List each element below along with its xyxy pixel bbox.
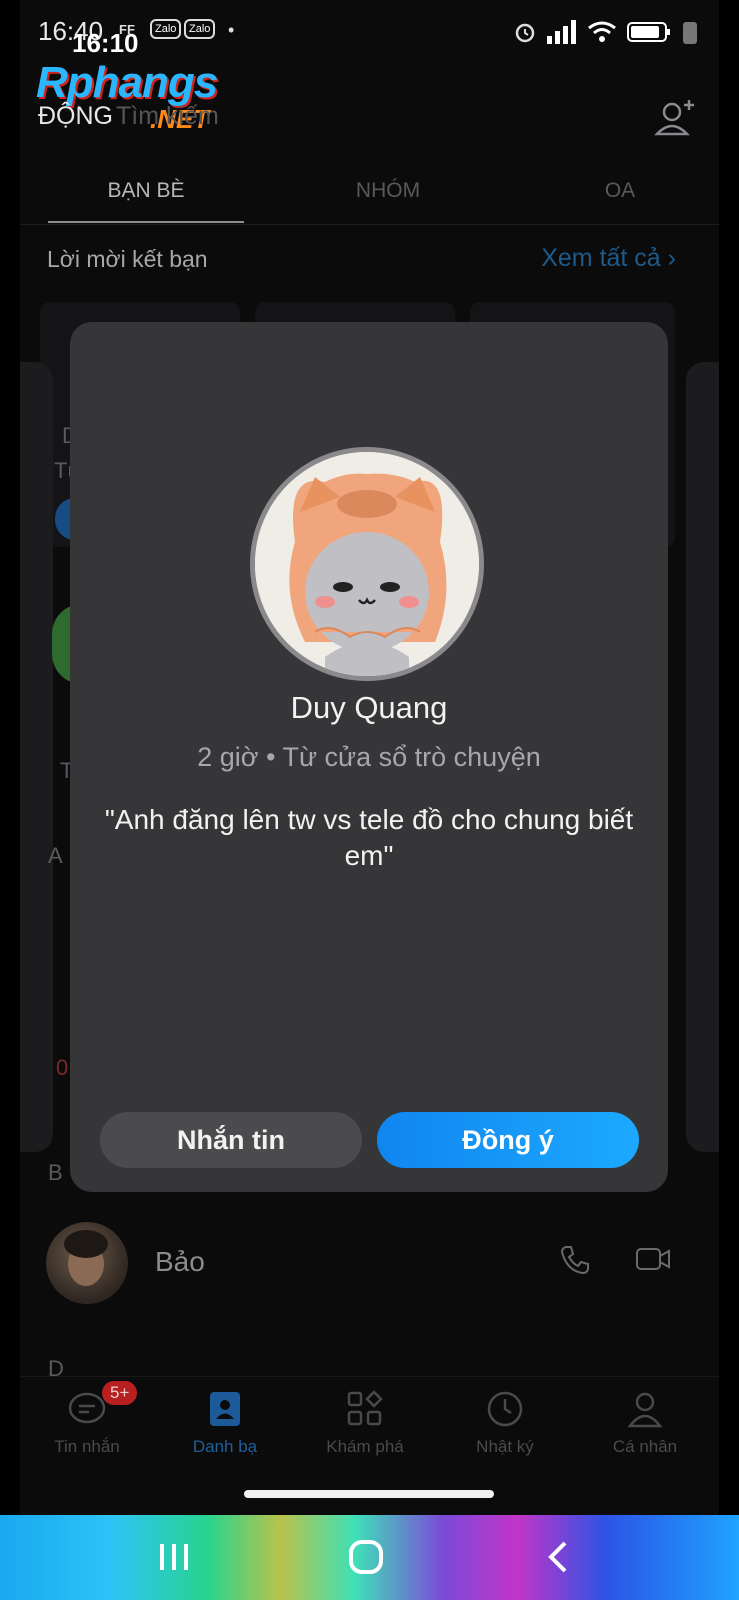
ghost-text: 0 bbox=[56, 1055, 69, 1080]
dot-icon: • bbox=[228, 20, 235, 40]
system-nav-bar bbox=[0, 1515, 739, 1600]
contacts-icon bbox=[210, 1392, 240, 1426]
friend-requests-title: Lời mời kết bạn bbox=[47, 246, 208, 272]
wifi-icon bbox=[588, 21, 616, 42]
nav-messages-label: Tin nhắn bbox=[54, 1437, 120, 1456]
phone-icon[interactable] bbox=[559, 1244, 591, 1276]
zalo-notification-icon: Zalo bbox=[150, 19, 182, 39]
battery-icon bbox=[627, 22, 670, 42]
nav-contacts[interactable]: Danh bạ bbox=[160, 1387, 290, 1457]
tab-active-indicator bbox=[48, 221, 244, 223]
watermark-subtext: ĐỘNG bbox=[38, 102, 113, 130]
tab-groups[interactable]: NHÓM bbox=[288, 179, 488, 203]
battery-ghost-icon bbox=[683, 22, 697, 44]
status-icons bbox=[513, 18, 699, 46]
person-icon bbox=[627, 1392, 663, 1428]
friend-request-dialog: Duy Quang 2 giờ • Từ cửa sổ trò chuyện "… bbox=[70, 322, 668, 1192]
recent-apps-icon bbox=[160, 1544, 188, 1570]
tab-bar: BẠN BÈ NHÓM OA bbox=[20, 165, 719, 225]
message-button[interactable]: Nhắn tin bbox=[100, 1112, 362, 1168]
chat-icon bbox=[68, 1392, 106, 1424]
tab-friends[interactable]: BẠN BÈ bbox=[48, 179, 244, 203]
clock-icon bbox=[487, 1391, 523, 1427]
nav-discover-label: Khám phá bbox=[326, 1437, 404, 1456]
alarm-icon bbox=[515, 23, 535, 43]
tab-oa[interactable]: OA bbox=[520, 179, 720, 203]
request-message: "Anh đăng lên tw vs tele đồ cho chung bi… bbox=[104, 804, 634, 871]
back-icon bbox=[548, 1541, 567, 1573]
nav-discover[interactable]: Khám phá bbox=[300, 1387, 430, 1457]
back-button[interactable] bbox=[528, 1535, 588, 1579]
search-input[interactable]: Tìm kiếm bbox=[116, 102, 219, 131]
video-call-icon[interactable] bbox=[635, 1244, 671, 1274]
nav-timeline-label: Nhật ký bbox=[476, 1437, 534, 1456]
add-friend-icon[interactable] bbox=[654, 98, 698, 140]
avatar bbox=[250, 447, 484, 681]
contact-row[interactable]: Bảo bbox=[20, 1218, 719, 1318]
home-button[interactable] bbox=[336, 1535, 396, 1579]
section-header-b: B bbox=[48, 1160, 63, 1185]
unread-badge: 5+ bbox=[102, 1381, 138, 1405]
see-all-label: Xem tất cả bbox=[541, 244, 661, 272]
left-peek-card bbox=[20, 362, 53, 1152]
nav-timeline[interactable]: Nhật ký bbox=[440, 1387, 570, 1457]
status-bar: 16:40 16:10 FF Zalo Zalo • bbox=[0, 0, 739, 60]
cat-avatar-icon bbox=[255, 452, 479, 676]
nav-messages[interactable]: Tin nhắn 5+ bbox=[22, 1381, 152, 1457]
contact-name: Bảo bbox=[155, 1246, 205, 1277]
home-indicator[interactable] bbox=[244, 1490, 494, 1498]
avatar bbox=[46, 1222, 128, 1304]
recent-apps-button[interactable] bbox=[144, 1535, 204, 1579]
see-all-link[interactable]: Xem tất cả › bbox=[541, 244, 676, 273]
home-icon bbox=[349, 1540, 383, 1574]
right-peek-card bbox=[686, 362, 719, 1152]
right-edge bbox=[719, 0, 739, 1515]
ghost-text: A bbox=[48, 843, 63, 868]
status-ff-icon: FF bbox=[119, 22, 135, 37]
nav-contacts-label: Danh bạ bbox=[192, 1437, 258, 1456]
accept-button[interactable]: Đồng ý bbox=[377, 1112, 639, 1168]
bottom-nav: Tin nhắn 5+ Danh bạ Khám phá Nhật ký Cá … bbox=[20, 1376, 719, 1466]
signal-icon bbox=[547, 20, 576, 44]
nav-profile[interactable]: Cá nhân bbox=[580, 1387, 710, 1457]
zalo-notification-icon: Zalo bbox=[184, 19, 216, 39]
nav-profile-label: Cá nhân bbox=[612, 1437, 678, 1456]
left-edge bbox=[0, 0, 20, 1515]
discover-icon bbox=[347, 1390, 383, 1426]
requester-name: Duy Quang bbox=[290, 690, 448, 725]
search-bar[interactable]: ĐỘNG Tìm kiếm bbox=[38, 98, 698, 148]
request-meta: 2 giờ • Từ cửa sổ trò chuyện bbox=[197, 742, 541, 772]
